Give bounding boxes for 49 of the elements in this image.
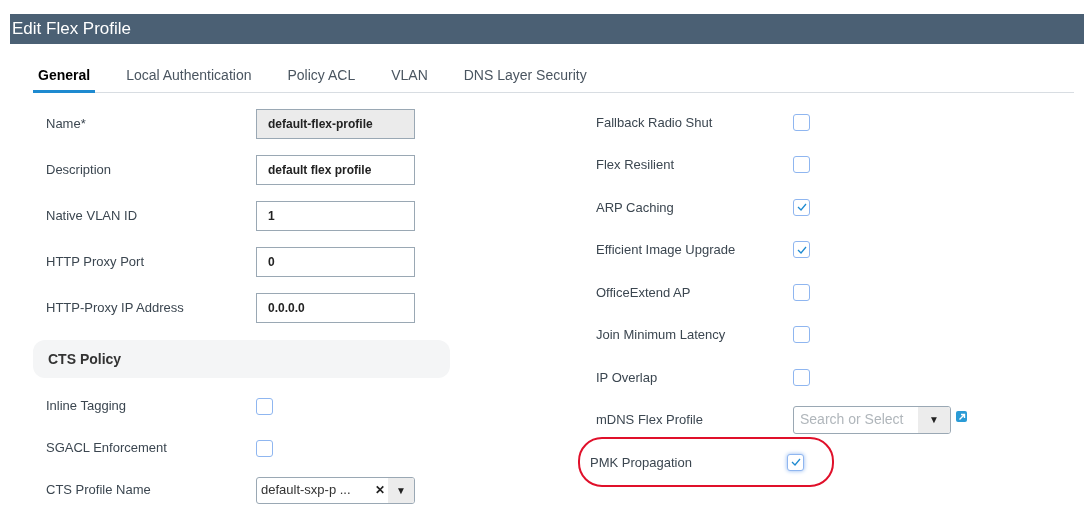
field-label: Native VLAN ID (46, 207, 139, 226)
field-label: Name* (46, 115, 87, 134)
field-label: ARP Caching (596, 198, 675, 217)
field-label: SGACL Enforcement (46, 439, 168, 458)
select-field[interactable]: default-sxp-p ... ✕ ▼ (256, 476, 415, 504)
field-label: Description (46, 161, 113, 180)
dropdown-button[interactable]: ▼ (388, 477, 414, 503)
tab[interactable]: Local Authentication (121, 60, 257, 93)
checkbox[interactable] (256, 439, 273, 457)
input-field[interactable]: 1 (256, 201, 415, 231)
section-title: CTS Policy (48, 349, 122, 369)
checkbox[interactable] (793, 113, 810, 131)
external-link-icon[interactable] (956, 411, 967, 423)
field-label: CTS Profile Name (46, 481, 152, 500)
select-placeholder: Search or Select (799, 410, 905, 430)
tab[interactable]: VLAN (386, 60, 433, 93)
field-label: mDNS Flex Profile (596, 411, 704, 429)
select-value: default-sxp-p ... (260, 481, 352, 500)
field-label: IP Overlap (596, 368, 659, 387)
field-label: HTTP-Proxy IP Address (46, 299, 185, 318)
input-field[interactable]: default flex profile (256, 155, 415, 185)
checkbox[interactable] (793, 156, 810, 174)
field-label: HTTP Proxy Port (46, 253, 145, 272)
checkmark-icon (796, 245, 807, 254)
checkmark-icon (796, 203, 807, 212)
tab[interactable]: DNS Layer Security (458, 60, 592, 93)
checkbox[interactable] (787, 453, 804, 471)
checkbox[interactable] (793, 368, 810, 386)
checkbox[interactable] (793, 198, 810, 216)
field-label: PMK Propagation (590, 453, 693, 472)
input-field[interactable]: 0 (256, 247, 415, 277)
checkbox[interactable] (793, 326, 810, 344)
field-label: OfficeExtend AP (596, 283, 692, 302)
checkbox[interactable] (793, 241, 810, 259)
select-field[interactable]: Search or Select ▼ (793, 405, 951, 434)
clear-button[interactable]: ✕ (372, 481, 388, 499)
checkbox[interactable] (256, 397, 273, 415)
field-label: Fallback Radio Shut (596, 113, 714, 132)
tab[interactable]: Policy ACL (282, 60, 361, 93)
field-label: Inline Tagging (46, 397, 127, 416)
window-title: Edit Flex Profile (12, 18, 132, 41)
field-label: Join Minimum Latency (596, 326, 727, 344)
input-field[interactable]: 0.0.0.0 (256, 293, 415, 323)
checkbox[interactable] (793, 283, 810, 301)
checkmark-icon (790, 458, 801, 467)
tab[interactable]: General (33, 60, 96, 93)
dropdown-button[interactable]: ▼ (918, 406, 950, 433)
field-label: Efficient Image Upgrade (596, 241, 737, 259)
field-label: Flex Resilient (596, 156, 676, 174)
